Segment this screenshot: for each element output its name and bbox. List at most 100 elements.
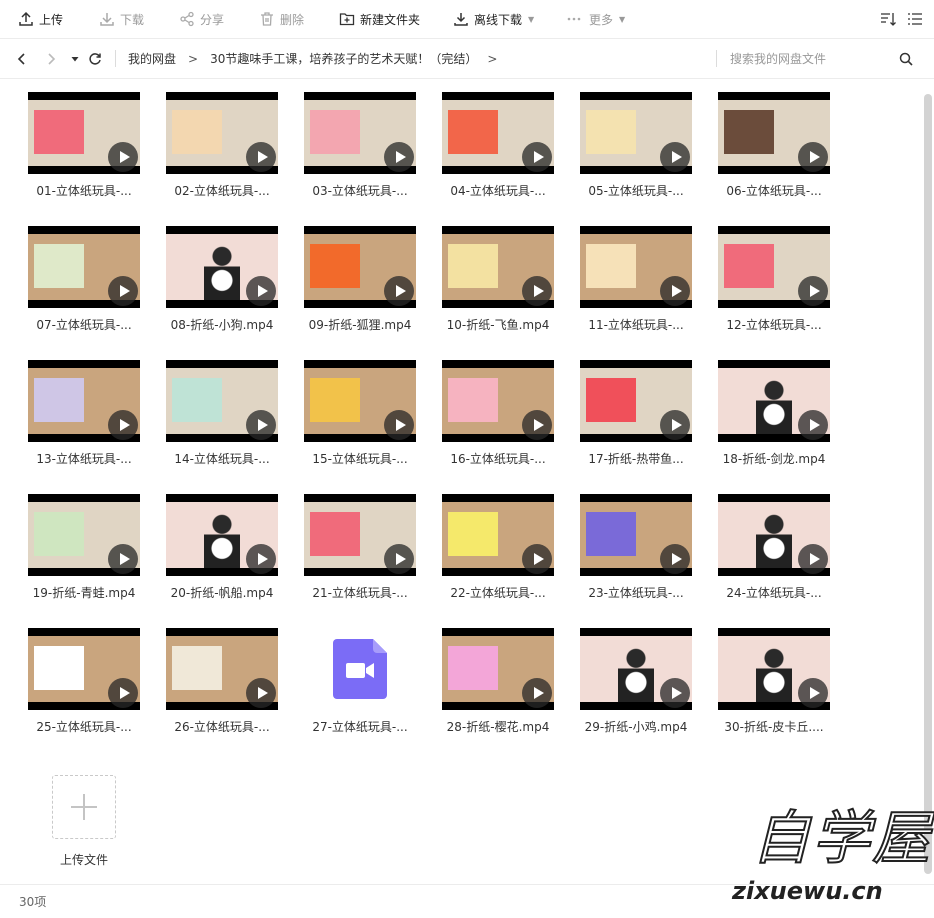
refresh-button[interactable] [88,39,102,78]
file-name: 27-立体纸玩具-... [312,720,408,734]
new-folder-label: 新建文件夹 [360,12,421,27]
video-thumbnail [304,92,416,174]
file-item[interactable]: 12-立体纸玩具-... [718,226,830,332]
file-name: 19-折纸-青蛙.mp4 [32,586,136,600]
video-thumbnail [718,628,830,710]
download-button[interactable]: 下载 [99,0,144,38]
file-item[interactable]: 13-立体纸玩具-... [28,360,140,466]
file-item[interactable]: 30-折纸-皮卡丘.... [718,628,830,734]
file-item[interactable]: 09-折纸-狐狸.mp4 [304,226,416,332]
file-item[interactable]: 06-立体纸玩具-... [718,92,830,198]
file-item[interactable]: 01-立体纸玩具-... [28,92,140,198]
video-thumbnail [580,628,692,710]
breadcrumb-current-folder[interactable]: 30节趣味手工课，培养孩子的艺术天赋！（完结） [210,50,477,67]
thumbnail-subject [172,378,222,422]
file-item[interactable]: 14-立体纸玩具-... [166,360,278,466]
file-item[interactable]: 23-立体纸玩具-... [580,494,692,600]
file-item[interactable]: 29-折纸-小鸡.mp4 [580,628,692,734]
video-thumbnail [28,628,140,710]
thumbnail-subject [586,512,636,556]
history-dropdown-button[interactable] [70,39,80,78]
file-item[interactable]: 27-立体纸玩具-... [304,628,416,734]
offline-download-button[interactable]: 离线下载 ▼ [453,0,534,38]
play-icon [660,410,690,440]
video-thumbnail [304,360,416,442]
file-item[interactable]: 04-立体纸玩具-... [442,92,554,198]
play-icon [108,410,138,440]
video-thumbnail [442,628,554,710]
list-view-button[interactable] [907,0,928,38]
thumbnail-subject [448,244,498,288]
file-item[interactable]: 11-立体纸玩具-... [580,226,692,332]
play-icon [798,142,828,172]
vertical-scrollbar[interactable] [921,80,934,883]
file-item[interactable]: 26-立体纸玩具-... [166,628,278,734]
file-item[interactable]: 20-折纸-帆船.mp4 [166,494,278,600]
file-item[interactable]: 03-立体纸玩具-... [304,92,416,198]
file-name: 16-立体纸玩具-... [450,452,546,466]
file-item[interactable]: 02-立体纸玩具-... [166,92,278,198]
file-item[interactable]: 05-立体纸玩具-... [580,92,692,198]
file-name: 02-立体纸玩具-... [174,184,270,198]
file-item[interactable]: 18-折纸-剑龙.mp4 [718,360,830,466]
thumbnail-subject [34,646,84,690]
scrollbar-thumb[interactable] [924,94,932,874]
video-thumbnail [304,494,416,576]
file-item[interactable]: 16-立体纸玩具-... [442,360,554,466]
search-icon [899,52,913,66]
upload-button[interactable]: 上传 [18,0,63,38]
file-name: 09-折纸-狐狸.mp4 [308,318,412,332]
file-item[interactable]: 28-折纸-樱花.mp4 [442,628,554,734]
new-folder-button[interactable]: 新建文件夹 [339,0,420,38]
file-item[interactable]: 10-折纸-飞鱼.mp4 [442,226,554,332]
thumbnail-subject [34,244,84,288]
file-name: 24-立体纸玩具-... [726,586,822,600]
thumbnail-subject [586,110,636,154]
thumbnail-subject [586,378,636,422]
file-name: 29-折纸-小鸡.mp4 [584,720,688,734]
navigation-bar: 我的网盘 > 30节趣味手工课，培养孩子的艺术天赋！（完结） > 搜索我的网盘文… [0,39,934,79]
file-item[interactable]: 19-折纸-青蛙.mp4 [28,494,140,600]
file-item[interactable]: 21-立体纸玩具-... [304,494,416,600]
play-icon [522,142,552,172]
delete-button[interactable]: 删除 [259,0,304,38]
file-item[interactable]: 07-立体纸玩具-... [28,226,140,332]
upload-file-tile[interactable] [52,775,116,839]
video-thumbnail [442,226,554,308]
thumbnail-subject [310,110,360,154]
sort-icon [880,11,896,27]
breadcrumb-separator: > [487,51,498,66]
file-item[interactable]: 15-立体纸玩具-... [304,360,416,466]
video-thumbnail [304,226,416,308]
file-name: 23-立体纸玩具-... [588,586,684,600]
more-button[interactable]: 更多 ▼ [566,0,625,38]
share-button[interactable]: 分享 [179,0,224,38]
chevron-right-icon [48,52,56,65]
play-icon [522,276,552,306]
video-thumbnail [580,360,692,442]
sort-button[interactable] [880,0,901,38]
file-item[interactable]: 25-立体纸玩具-... [28,628,140,734]
play-icon [108,142,138,172]
search-input[interactable]: 搜索我的网盘文件 [730,39,826,78]
breadcrumb-root[interactable]: 我的网盘 [128,50,176,67]
back-button[interactable] [16,39,28,78]
thumbnail-subject [34,378,84,422]
forward-button[interactable] [45,39,57,78]
thumbnail-subject [310,512,360,556]
chevron-down-icon: ▼ [619,14,626,24]
play-icon [246,410,276,440]
file-name: 06-立体纸玩具-... [726,184,822,198]
file-item[interactable]: 08-折纸-小狗.mp4 [166,226,278,332]
play-icon [522,410,552,440]
item-count: 30项 [19,895,47,909]
file-item[interactable]: 24-立体纸玩具-... [718,494,830,600]
file-name: 20-折纸-帆船.mp4 [170,586,274,600]
file-name: 01-立体纸玩具-... [36,184,132,198]
thumbnail-subject [448,512,498,556]
video-thumbnail [718,226,830,308]
search-button[interactable] [899,39,913,78]
file-item[interactable]: 22-立体纸玩具-... [442,494,554,600]
file-item[interactable]: 17-折纸-热带鱼... [580,360,692,466]
play-icon [660,544,690,574]
